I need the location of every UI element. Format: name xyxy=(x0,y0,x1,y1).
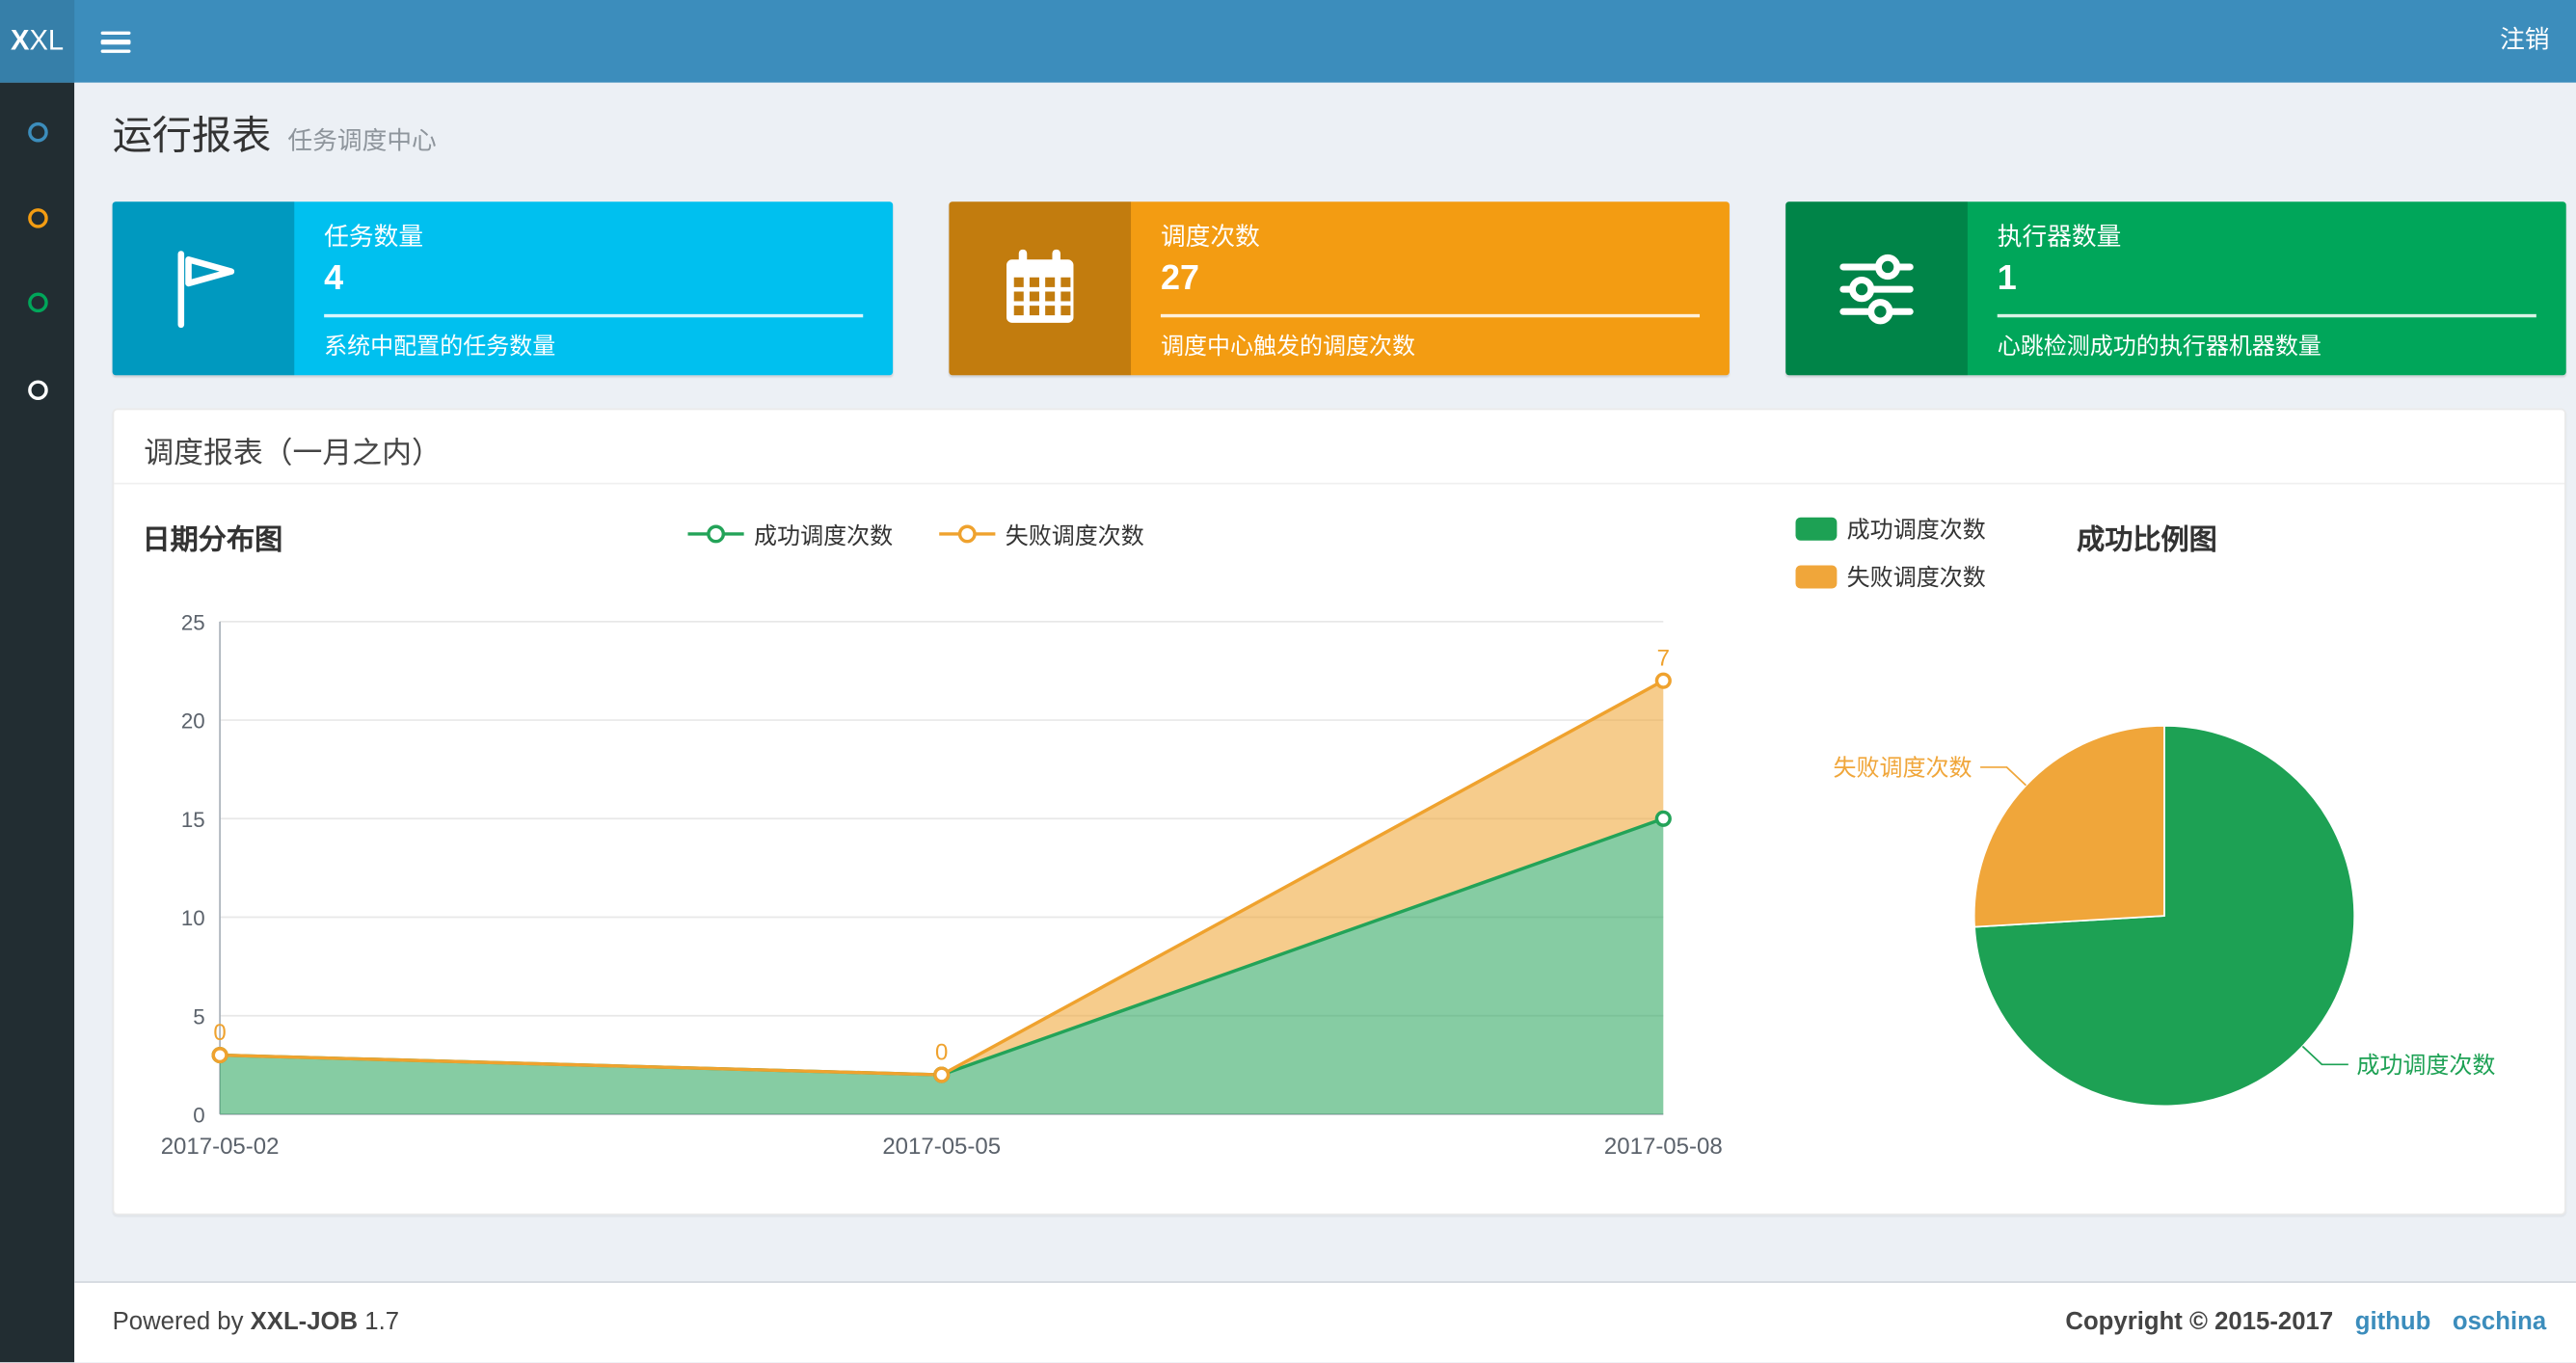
info-box-description: 调度中心触发的调度次数 xyxy=(1160,332,1416,360)
hamburger-icon xyxy=(100,31,131,59)
page: XXL 注销 运行报表 任务调度中心 任务数量 4 系统中配置的任务数量 调度次… xyxy=(0,0,2576,1363)
report-panel: 调度报表（一月之内） 日期分布图 成功调度次数 失败调度次数 0 5 10 15 20 2… xyxy=(112,408,2566,1216)
svg-text:成功调度次数: 成功调度次数 xyxy=(2356,1053,2495,1079)
svg-text:2017-05-02: 2017-05-02 xyxy=(161,1134,280,1160)
info-box-divider xyxy=(1997,313,2536,318)
info-box-executors: 执行器数量 1 心跳检测成功的执行器机器数量 xyxy=(1785,201,2566,376)
line-series-marker-icon xyxy=(687,521,744,549)
svg-text:10: 10 xyxy=(181,906,205,930)
legend-label: 成功调度次数 xyxy=(1846,516,1986,543)
logout-link[interactable]: 注销 xyxy=(2500,0,2549,83)
info-box-divider xyxy=(324,313,864,318)
svg-text:0: 0 xyxy=(213,1020,226,1046)
copyright-text: Copyright © 2015-2017 xyxy=(2065,1307,2334,1336)
info-box-body: 任务数量 4 系统中配置的任务数量 xyxy=(294,201,893,375)
info-box-title: 任务数量 xyxy=(324,223,424,252)
svg-text:0: 0 xyxy=(935,1040,948,1066)
app-logo[interactable]: XXL xyxy=(0,0,75,83)
product-version: 1.7 xyxy=(364,1307,400,1336)
info-box-triggers: 调度次数 27 调度中心触发的调度次数 xyxy=(949,201,1730,376)
sidebar-item-1[interactable] xyxy=(0,107,74,156)
main-content: 运行报表 任务调度中心 任务数量 4 系统中配置的任务数量 调度次数 27 调度… xyxy=(74,82,2576,1282)
svg-text:2017-05-08: 2017-05-08 xyxy=(1604,1134,1723,1160)
panel-title: 调度报表（一月之内） xyxy=(114,410,2564,485)
info-box-row: 任务数量 4 系统中配置的任务数量 调度次数 27 调度中心触发的调度次数 执行… xyxy=(112,201,2566,376)
sidebar-item-3[interactable] xyxy=(0,278,74,327)
page-title: 运行报表 xyxy=(112,114,272,159)
legend-label: 失败调度次数 xyxy=(1005,521,1144,549)
info-box-value: 27 xyxy=(1160,259,1200,298)
info-box-divider xyxy=(1160,313,1701,318)
circle-icon xyxy=(27,208,47,228)
flag-icon xyxy=(112,201,295,376)
svg-text:失败调度次数: 失败调度次数 xyxy=(1834,756,1972,782)
legend-label: 成功调度次数 xyxy=(754,521,894,549)
circle-icon xyxy=(27,121,47,143)
calendar-icon xyxy=(949,201,1132,376)
powered-by: Powered by XXL-JOB 1.7 xyxy=(113,1283,399,1361)
logo-text-bold: X xyxy=(11,24,30,57)
legend-item-success[interactable]: 成功调度次数 xyxy=(687,520,893,552)
sliders-icon xyxy=(1785,201,1968,376)
pie-series-marker-icon xyxy=(1795,565,1838,589)
info-box-body: 调度次数 27 调度中心触发的调度次数 xyxy=(1131,201,1730,375)
svg-text:5: 5 xyxy=(193,1004,204,1029)
info-box-body: 执行器数量 1 心跳检测成功的执行器机器数量 xyxy=(1968,201,2566,375)
info-box-description: 心跳检测成功的执行器机器数量 xyxy=(1997,332,2321,360)
sidebar-toggle-button[interactable] xyxy=(74,0,157,83)
circle-icon xyxy=(27,380,47,401)
top-navbar: XXL 注销 xyxy=(0,0,2576,83)
legend-label: 失败调度次数 xyxy=(1846,563,1986,591)
circle-icon xyxy=(27,292,47,313)
svg-text:20: 20 xyxy=(181,709,205,734)
line-series-marker-icon xyxy=(939,521,996,549)
powered-prefix: Powered by xyxy=(112,1307,244,1336)
svg-text:7: 7 xyxy=(1657,646,1670,672)
product-name: XXL-JOB xyxy=(250,1307,359,1336)
info-box-title: 执行器数量 xyxy=(1997,223,2122,252)
pie-chart-svg: 成功调度次数 失败调度次数 xyxy=(1834,725,2495,1108)
sidebar-item-4[interactable] xyxy=(0,365,74,414)
page-subtitle: 任务调度中心 xyxy=(287,127,437,156)
line-chart-svg: 05101520252017-05-02 2017-05-05 2017-05-08… xyxy=(161,610,1723,1160)
info-box-value: 4 xyxy=(324,259,344,298)
sidebar xyxy=(0,82,75,1363)
copyright-area: Copyright © 2015-2017 github oschina xyxy=(2065,1283,2546,1361)
page-footer: Powered by XXL-JOB 1.7 Copyright © 2015-… xyxy=(74,1281,2576,1363)
info-box-jobs: 任务数量 4 系统中配置的任务数量 xyxy=(112,201,894,376)
logo-text-light: XL xyxy=(29,24,65,57)
svg-text:2017-05-05: 2017-05-05 xyxy=(882,1134,1001,1160)
svg-text:15: 15 xyxy=(181,808,205,832)
svg-text:25: 25 xyxy=(181,610,205,634)
page-header: 运行报表 任务调度中心 xyxy=(113,102,437,160)
info-box-description: 系统中配置的任务数量 xyxy=(324,332,556,360)
legend-item-success[interactable]: 成功调度次数 xyxy=(1795,513,1986,546)
info-box-title: 调度次数 xyxy=(1160,223,1260,252)
github-link[interactable]: github xyxy=(2355,1308,2431,1336)
legend-item-fail[interactable]: 失败调度次数 xyxy=(939,520,1144,552)
info-box-value: 1 xyxy=(1997,259,2017,298)
legend-item-fail[interactable]: 失败调度次数 xyxy=(1795,560,1986,593)
sidebar-item-2[interactable] xyxy=(0,194,74,243)
pie-chart-legend: 成功调度次数 失败调度次数 xyxy=(1795,513,1986,608)
oschina-link[interactable]: oschina xyxy=(2453,1308,2546,1336)
pie-chart-title: 成功比例图 xyxy=(2077,523,2217,556)
line-chart-legend: 成功调度次数 失败调度次数 xyxy=(114,520,1718,552)
svg-text:0: 0 xyxy=(193,1103,204,1127)
pie-series-marker-icon xyxy=(1795,517,1838,541)
